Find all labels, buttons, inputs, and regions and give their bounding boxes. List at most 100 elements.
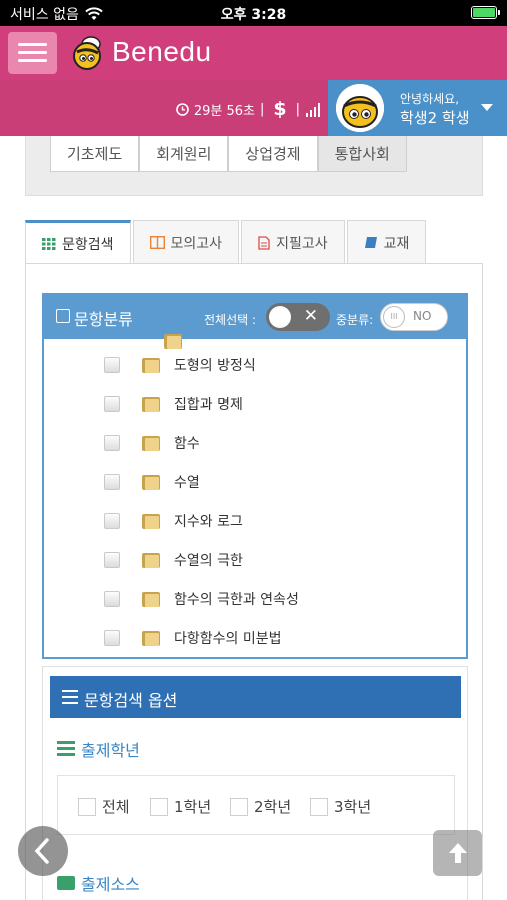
list-item[interactable]: 도형의 방정식 <box>104 353 256 377</box>
caret-down-icon <box>481 104 493 111</box>
list-item[interactable]: 수열의 극한 <box>104 548 243 572</box>
calendar-icon <box>56 309 70 323</box>
checkbox[interactable] <box>104 435 120 451</box>
tab-question-search[interactable]: 문항검색 <box>25 220 131 264</box>
tab-mock-exam[interactable]: 모의고사 <box>132 220 240 264</box>
category-box: 문항분류 전체선택 : ✕ 중분류: III NO 도형의 방정식 집합과 명제… <box>42 293 468 659</box>
category-item-label: 지수와 로그 <box>174 514 243 530</box>
checkbox[interactable] <box>104 513 120 529</box>
folder-icon <box>142 630 160 646</box>
grade-option-1[interactable]: 1학년 <box>150 796 211 817</box>
select-all-toggle[interactable]: ✕ <box>266 303 330 331</box>
grade-option-3[interactable]: 3학년 <box>310 796 371 817</box>
list-item[interactable]: 집합과 명제 <box>104 392 243 416</box>
bee-logo-icon <box>73 36 101 70</box>
list-item[interactable]: 함수 <box>104 431 200 455</box>
subject-panel: 기초제도 회계원리 상업경제 통합사회 <box>25 136 483 196</box>
list-item[interactable]: 함수의 극한과 연속성 <box>104 587 299 611</box>
brand-name[interactable]: Benedu <box>112 36 212 68</box>
category-item-label: 수열 <box>174 475 200 491</box>
list-item[interactable]: 지수와 로그 <box>104 509 243 533</box>
checkbox[interactable] <box>104 552 120 568</box>
folder-icon <box>142 396 160 412</box>
tab-label: 지필고사 <box>276 235 328 252</box>
book-icon <box>364 237 377 248</box>
checkbox[interactable] <box>310 797 328 816</box>
grade-label: 3학년 <box>334 798 372 816</box>
avatar <box>336 84 384 132</box>
grade-label: 1학년 <box>174 798 212 816</box>
folder-icon <box>142 357 160 373</box>
toggle-state: NO <box>413 309 432 323</box>
grade-title-text: 출제학년 <box>81 741 140 760</box>
status-bar: 서비스 없음 오후 3:28 <box>0 0 507 26</box>
source-section-title: 출제소스 <box>57 871 140 895</box>
grade-option-2[interactable]: 2학년 <box>230 796 291 817</box>
grade-label: 2학년 <box>254 798 292 816</box>
grade-options: 전체 1학년 2학년 3학년 <box>57 775 455 835</box>
folder-icon <box>142 513 160 529</box>
folder-icon <box>142 552 160 568</box>
category-item-label: 함수 <box>174 436 200 452</box>
list-item[interactable]: 다항함수의 미분법 <box>104 626 282 650</box>
checkbox[interactable] <box>230 797 248 816</box>
checkbox[interactable] <box>78 797 96 816</box>
scroll-top-button[interactable] <box>433 830 482 876</box>
subject-tab[interactable]: 상업경제 <box>228 136 318 172</box>
timer-text: 29분 56초 <box>193 103 255 119</box>
battery-icon <box>471 6 500 19</box>
subject-tab[interactable]: 기초제도 <box>50 136 140 172</box>
category-title: 문항분류 <box>74 310 133 329</box>
checkbox[interactable] <box>104 591 120 607</box>
checkbox[interactable] <box>104 396 120 412</box>
checkbox[interactable] <box>104 474 120 490</box>
grid-icon <box>42 237 56 250</box>
hamburger-menu-button[interactable] <box>8 32 57 74</box>
options-header: 문항검색 옵션 <box>50 676 461 718</box>
mid-category-label: 중분류: <box>336 313 374 327</box>
checkbox[interactable] <box>104 630 120 646</box>
select-all-label: 전체선택 : <box>204 313 257 327</box>
tab-label: 모의고사 <box>170 235 223 252</box>
session-timer: 29분 56초 | $ | <box>176 98 321 120</box>
tab-label: 교재 <box>383 235 410 252</box>
app-header: Benedu <box>0 26 507 80</box>
folder-icon <box>142 435 160 451</box>
category-item-label: 도형의 방정식 <box>174 358 256 374</box>
close-icon: ✕ <box>303 306 318 326</box>
separator: | <box>259 101 265 117</box>
clock: 오후 3:28 <box>220 7 287 23</box>
checkbox[interactable] <box>150 797 168 816</box>
user-bar: 29분 56초 | $ | 안녕하세요, 학생2 학생 <box>0 80 507 136</box>
checkbox[interactable] <box>104 357 120 373</box>
user-menu[interactable]: 안녕하세요, 학생2 학생 <box>328 80 507 136</box>
folder-icon <box>164 333 182 349</box>
category-header: 문항분류 전체선택 : ✕ 중분류: III NO <box>44 295 466 339</box>
search-tabs: 문항검색 모의고사 지필고사 교재 <box>25 220 428 264</box>
folder-icon <box>142 591 160 607</box>
user-name: 학생2 학생 <box>400 109 470 127</box>
subject-tab[interactable]: 통합사회 <box>317 136 407 172</box>
grade-option-all[interactable]: 전체 <box>78 796 130 817</box>
search-options: 문항검색 옵션 출제학년 전체 1학년 2학년 3학년 출제소스 <box>42 666 468 900</box>
arrow-up-icon <box>448 843 467 863</box>
separator: | <box>295 101 300 117</box>
options-title: 문항검색 옵션 <box>84 691 178 710</box>
source-title-text: 출제소스 <box>81 875 140 894</box>
mid-category-toggle[interactable]: III NO <box>380 303 448 331</box>
category-item-label: 수열의 극한 <box>174 553 243 569</box>
tab-written-exam[interactable]: 지필고사 <box>241 220 345 264</box>
sliders-icon <box>62 690 78 704</box>
back-button[interactable] <box>18 826 68 876</box>
dollar-icon[interactable]: $ <box>273 98 286 120</box>
category-item-label: 다항함수의 미분법 <box>174 631 282 647</box>
list-item[interactable]: 수열 <box>104 470 200 494</box>
tab-label: 문항검색 <box>62 236 114 253</box>
document-icon <box>258 235 270 250</box>
signal-bars-icon[interactable] <box>305 102 321 117</box>
folder-open-icon <box>57 876 75 890</box>
tab-textbook[interactable]: 교재 <box>346 220 427 264</box>
subject-tab[interactable]: 회계원리 <box>139 136 229 172</box>
greeting: 안녕하세요, <box>400 92 460 106</box>
folder-icon <box>142 474 160 490</box>
